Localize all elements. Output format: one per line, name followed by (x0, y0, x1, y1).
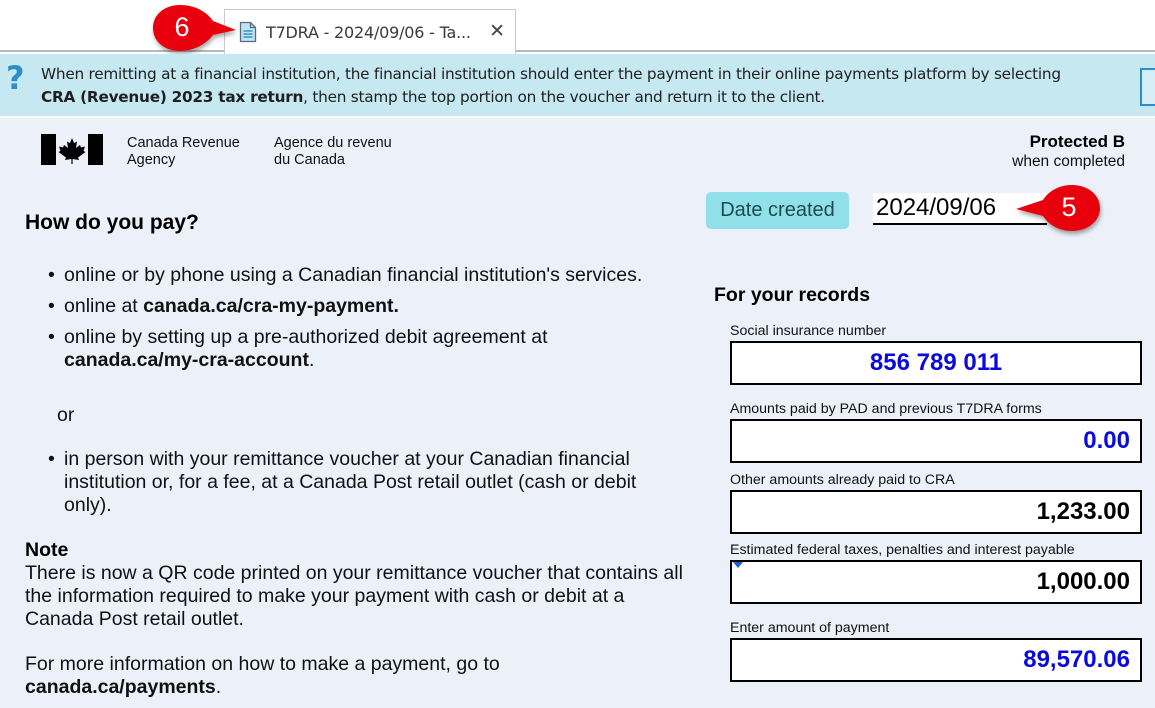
bullet-text: online by setting up a pre-authorized de… (64, 326, 548, 348)
t7dra-form: Canada Revenue Agency Agence du revenu d… (0, 118, 1155, 708)
pad-amounts-label: Amounts paid by PAD and previous T7DRA f… (730, 401, 1042, 417)
callout-5: 5 (1012, 180, 1112, 240)
dropdown-marker-icon[interactable] (733, 562, 743, 568)
estimated-taxes-label: Estimated federal taxes, penalties and i… (730, 542, 1075, 558)
more-info-sentence: For more information on how to make a pa… (25, 653, 500, 675)
close-icon[interactable]: ✕ (489, 20, 505, 42)
date-created-label: Date created (706, 192, 849, 229)
document-tab[interactable]: T7DRA - 2024/09/06 - Ta... ✕ (224, 9, 516, 54)
agency-en-line-2: Agency (127, 152, 176, 168)
callout-number: 6 (174, 12, 190, 42)
note-heading: Note (25, 539, 69, 561)
or-separator: or (57, 404, 75, 426)
banner-line-2-rest: , then stamp the top portion on the vouc… (303, 88, 825, 106)
bullet-text: online or by phone using a Canadian fina… (64, 264, 643, 286)
payment-method-item: online or by phone using a Canadian fina… (48, 264, 688, 287)
document-icon (239, 21, 257, 43)
payment-amount-label: Enter amount of payment (730, 620, 890, 636)
payment-amount-field[interactable] (730, 638, 1142, 682)
agency-name-french: Agence du revenu du Canada (274, 135, 392, 169)
help-question-icon: ? (6, 59, 25, 97)
how-to-pay-heading: How do you pay? (25, 211, 199, 234)
payment-methods-list: online or by phone using a Canadian fina… (48, 264, 688, 380)
bullet-text: online at (64, 295, 144, 317)
banner-message: When remitting at a financial institutio… (41, 63, 1061, 109)
agency-fr-line-1: Agence du revenu (274, 135, 392, 151)
banner-line-2: CRA (Revenue) 2023 tax return, then stam… (41, 86, 1061, 109)
protected-b-notice: Protected B when completed (1012, 132, 1125, 171)
other-amounts-label: Other amounts already paid to CRA (730, 472, 955, 488)
payment-method-item: online by setting up a pre-authorized de… (48, 326, 688, 372)
more-info-punct: . (215, 676, 222, 698)
callout-6: 6 (150, 2, 240, 60)
my-cra-account-link[interactable]: canada.ca/my-cra-account (64, 349, 309, 371)
protected-subtitle: when completed (1012, 153, 1125, 170)
pad-amounts-field[interactable] (730, 419, 1142, 463)
info-banner: ? When remitting at a financial institut… (0, 54, 1155, 116)
cra-my-payment-link[interactable]: canada.ca/cra-my-payment. (143, 295, 399, 317)
records-heading: For your records (714, 284, 871, 306)
payments-link[interactable]: canada.ca/payments (25, 676, 216, 698)
payment-method-item: online at canada.ca/cra-my-payment. (48, 295, 688, 318)
bullet-punct: . (308, 349, 315, 371)
canada-flag-logo-icon (41, 134, 103, 165)
other-amounts-field[interactable] (730, 490, 1142, 534)
sin-label: Social insurance number (730, 323, 887, 339)
payment-method-in-person: in person with your remittance voucher a… (48, 448, 668, 517)
banner-line-1: When remitting at a financial institutio… (41, 65, 1061, 83)
callout-number: 5 (1061, 192, 1077, 222)
banner-side-button[interactable] (1140, 68, 1155, 106)
sin-field[interactable] (730, 341, 1142, 385)
estimated-taxes-field[interactable] (730, 560, 1142, 604)
more-info-text: For more information on how to make a pa… (25, 653, 685, 699)
agency-name-english: Canada Revenue Agency (127, 135, 240, 169)
note-text: There is now a QR code printed on your r… (25, 562, 683, 630)
banner-bold-text: CRA (Revenue) 2023 tax return (41, 88, 304, 106)
agency-en-line-1: Canada Revenue (127, 135, 240, 151)
agency-fr-line-2: du Canada (274, 152, 345, 168)
tab-title: T7DRA - 2024/09/06 - Ta... (266, 22, 471, 42)
protected-title: Protected B (1029, 132, 1125, 151)
